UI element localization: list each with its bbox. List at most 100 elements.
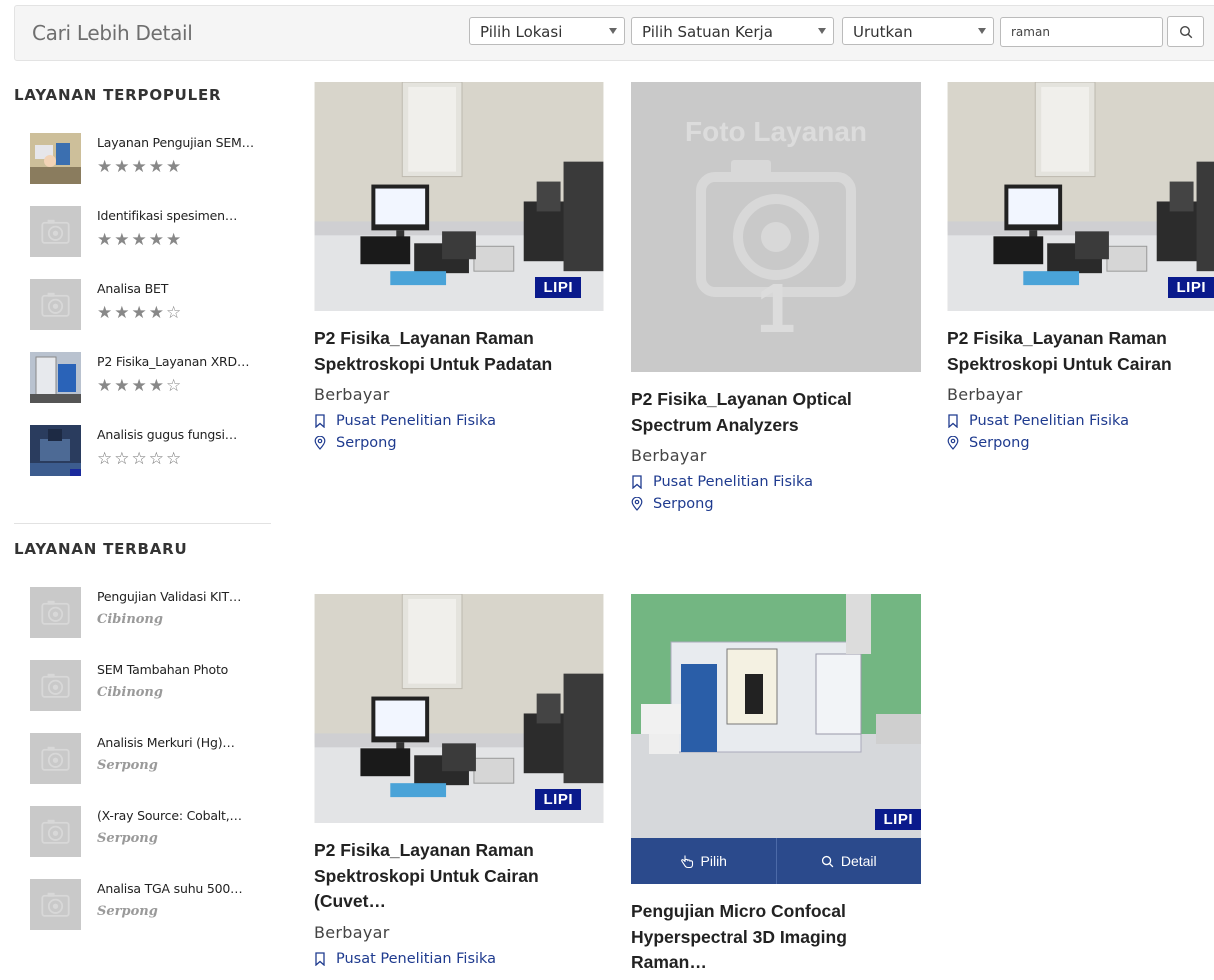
location-select[interactable]: Pilih Lokasi: [469, 17, 625, 45]
popular-item[interactable]: Analisa BET ★★★★☆: [30, 279, 270, 331]
sidebar-divider: [14, 523, 271, 524]
service-location: Serpong: [969, 435, 1030, 451]
service-unit-link[interactable]: Pusat Penelitian Fisika: [631, 471, 921, 493]
service-price: Berbayar: [947, 385, 1023, 404]
popular-item[interactable]: Identifikasi spesimen… ★★★★★: [30, 206, 270, 258]
service-photo[interactable]: Foto Layanan 1: [631, 82, 921, 372]
select-button[interactable]: Pilih: [631, 838, 776, 884]
sort-select[interactable]: Urutkan: [842, 17, 994, 45]
placeholder-thumbnail: [30, 733, 81, 784]
lipi-badge: LIPI: [535, 789, 581, 810]
location-pin-icon: [947, 436, 959, 450]
placeholder-thumbnail: [30, 806, 81, 857]
caret-down-icon: [609, 28, 617, 34]
service-card[interactable]: LIPI P2 Fisika_Layanan Raman Spektroskop…: [314, 594, 604, 980]
newest-item[interactable]: SEM Tambahan Photo Cibinong: [30, 660, 270, 712]
service-photo[interactable]: LIPI Pilih Detail: [631, 594, 921, 884]
service-location-link[interactable]: Serpong: [947, 432, 1214, 454]
select-label: Pilih: [700, 853, 727, 869]
rating-stars: ☆☆☆☆☆: [97, 449, 184, 468]
newest-heading: LAYANAN TERBARU: [14, 540, 188, 558]
lipi-badge: LIPI: [875, 809, 921, 830]
placeholder-number: 1: [756, 269, 796, 347]
service-title[interactable]: P2 Fisika_Layanan Optical Spectrum Analy…: [631, 387, 921, 438]
service-location-link[interactable]: Serpong: [314, 432, 604, 454]
service-title[interactable]: P2 Fisika_Layanan Raman Spektroskopi Unt…: [314, 326, 604, 377]
service-card[interactable]: LIPI P2 Fisika_Layanan Raman Spektroskop…: [947, 82, 1214, 454]
bookmark-icon: [948, 414, 958, 428]
service-unit: Pusat Penelitian Fisika: [969, 413, 1130, 429]
service-price: Berbayar: [631, 446, 707, 465]
newest-item-title: (X-ray Source: Cobalt,…: [97, 808, 242, 823]
popular-item[interactable]: P2 Fisika_Layanan XRD… ★★★★☆: [30, 352, 270, 404]
popular-item[interactable]: Analisis gugus fungsi… ☆☆☆☆☆: [30, 425, 270, 477]
location-pin-icon: [631, 497, 643, 511]
placeholder-label: Foto Layanan: [684, 116, 867, 147]
service-unit: Pusat Penelitian Fisika: [653, 474, 814, 490]
newest-item-title: Analisis Merkuri (Hg)…: [97, 735, 235, 750]
detail-button[interactable]: Detail: [775, 838, 922, 884]
rating-stars: ★★★★☆: [97, 303, 184, 322]
service-title[interactable]: P2 Fisika_Layanan Raman Spektroskopi Unt…: [947, 326, 1207, 377]
bookmark-icon: [632, 475, 642, 489]
popular-item-title: Identifikasi spesimen…: [97, 208, 238, 223]
service-unit-link[interactable]: Pusat Penelitian Fisika: [314, 410, 604, 432]
search-button[interactable]: [1167, 16, 1204, 47]
popular-item[interactable]: Layanan Pengujian SEM… ★★★★★: [30, 133, 270, 185]
popular-item-title: Layanan Pengujian SEM…: [97, 135, 254, 150]
search-icon: [1179, 25, 1192, 38]
newest-item-location: Serpong: [97, 831, 158, 846]
newest-item-title: Pengujian Validasi KIT…: [97, 589, 242, 604]
service-card[interactable]: LIPI P2 Fisika_Layanan Raman Spektroskop…: [314, 82, 604, 454]
service-card[interactable]: LIPI Pilih Detail Pengujian Micro Confoc…: [631, 594, 921, 980]
service-price: Berbayar: [314, 922, 390, 942]
service-unit: Pusat Penelitian Fisika: [336, 413, 497, 429]
unit-select[interactable]: Pilih Satuan Kerja: [631, 17, 834, 45]
service-unit: Pusat Penelitian Fisika: [336, 950, 497, 967]
service-unit-link[interactable]: Pusat Penelitian Fisika: [947, 410, 1214, 432]
newest-item-location: Cibinong: [97, 685, 163, 700]
page-title: Cari Lebih Detail: [32, 21, 193, 45]
service-unit-link[interactable]: Pusat Penelitian Fisika: [314, 948, 604, 970]
caret-down-icon: [978, 28, 986, 34]
location-pin-icon: [314, 436, 326, 450]
service-location-link[interactable]: Serpong: [631, 493, 921, 515]
lipi-badge: LIPI: [1168, 277, 1214, 298]
rating-stars: ★★★★☆: [97, 376, 184, 395]
bookmark-icon: [315, 414, 325, 428]
hand-pointer-icon: [680, 855, 693, 868]
popular-item-title: P2 Fisika_Layanan XRD…: [97, 354, 250, 369]
location-select-value: Pilih Lokasi: [480, 23, 563, 41]
rating-stars: ★★★★★: [97, 157, 184, 176]
newest-item-location: Serpong: [97, 758, 158, 773]
newest-item[interactable]: Analisis Merkuri (Hg)… Serpong: [30, 733, 270, 785]
service-photo[interactable]: LIPI: [947, 82, 1214, 311]
detail-label: Detail: [840, 853, 877, 869]
service-thumbnail: [30, 352, 81, 403]
search-input[interactable]: [1000, 17, 1163, 47]
newest-item[interactable]: Pengujian Validasi KIT… Cibinong: [30, 587, 270, 639]
service-thumbnail: [30, 425, 81, 476]
search-icon: [821, 855, 834, 867]
placeholder-thumbnail: [30, 587, 81, 638]
sort-select-value: Urutkan: [853, 23, 913, 41]
service-location: Serpong: [336, 435, 397, 451]
placeholder-thumbnail: [30, 206, 81, 257]
newest-item-location: Serpong: [97, 904, 158, 919]
bookmark-icon: [315, 951, 325, 966]
card-action-bar: Pilih Detail: [631, 838, 921, 884]
service-photo[interactable]: LIPI: [314, 594, 604, 823]
filter-bar: Cari Lebih Detail Pilih Lokasi Pilih Sat…: [14, 5, 1214, 61]
newest-item[interactable]: (X-ray Source: Cobalt,… Serpong: [30, 806, 270, 858]
service-card[interactable]: Foto Layanan 1 P2 Fisika_Layanan Optical…: [631, 82, 921, 515]
placeholder-thumbnail: [30, 879, 81, 930]
service-title[interactable]: Pengujian Micro Confocal Hyperspectral 3…: [631, 899, 921, 976]
service-photo[interactable]: LIPI: [314, 82, 604, 311]
service-title[interactable]: P2 Fisika_Layanan Raman Spektroskopi Unt…: [314, 838, 604, 915]
newest-item[interactable]: Analisa TGA suhu 500… Serpong: [30, 879, 270, 931]
lipi-badge: LIPI: [535, 277, 581, 298]
popular-item-title: Analisis gugus fungsi…: [97, 427, 238, 442]
unit-select-value: Pilih Satuan Kerja: [642, 23, 773, 41]
service-price: Berbayar: [314, 385, 390, 404]
service-location: Serpong: [653, 496, 714, 512]
